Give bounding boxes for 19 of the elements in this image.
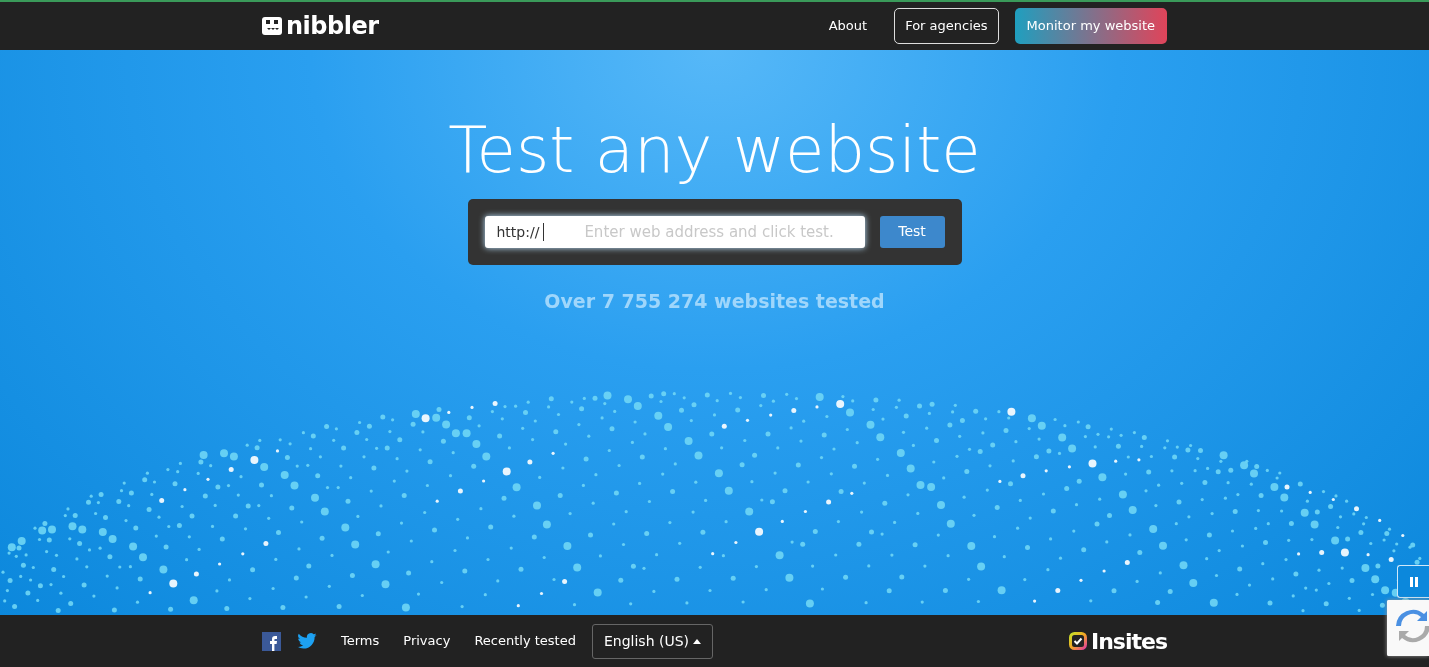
check-badge-icon xyxy=(1069,632,1087,650)
bird-icon[interactable] xyxy=(297,633,317,649)
facebook-icon[interactable] xyxy=(262,631,281,651)
test-button[interactable]: Test xyxy=(879,215,945,248)
nav-link[interactable]: About xyxy=(817,8,879,44)
footer-link[interactable]: Terms xyxy=(341,631,380,651)
monitor-button[interactable]: Monitor my website xyxy=(1014,8,1167,44)
agencies-button[interactable]: For agencies xyxy=(894,8,999,44)
tested-count: Over 7 755 274 websites tested xyxy=(543,288,886,314)
footer-link[interactable]: Recently tested xyxy=(474,631,576,651)
pause-icon xyxy=(1409,577,1418,588)
caret-icon xyxy=(693,638,702,644)
footer-link[interactable]: Privacy xyxy=(403,631,451,651)
partner-logo[interactable]: Insites xyxy=(1091,624,1167,658)
robot-logo-icon xyxy=(262,16,282,36)
brand-logo[interactable]: nibbler xyxy=(286,8,379,44)
pause-button[interactable] xyxy=(1397,565,1429,598)
hero-title: Test any website xyxy=(447,112,982,189)
language-dropdown[interactable]: English (US) xyxy=(591,623,714,659)
